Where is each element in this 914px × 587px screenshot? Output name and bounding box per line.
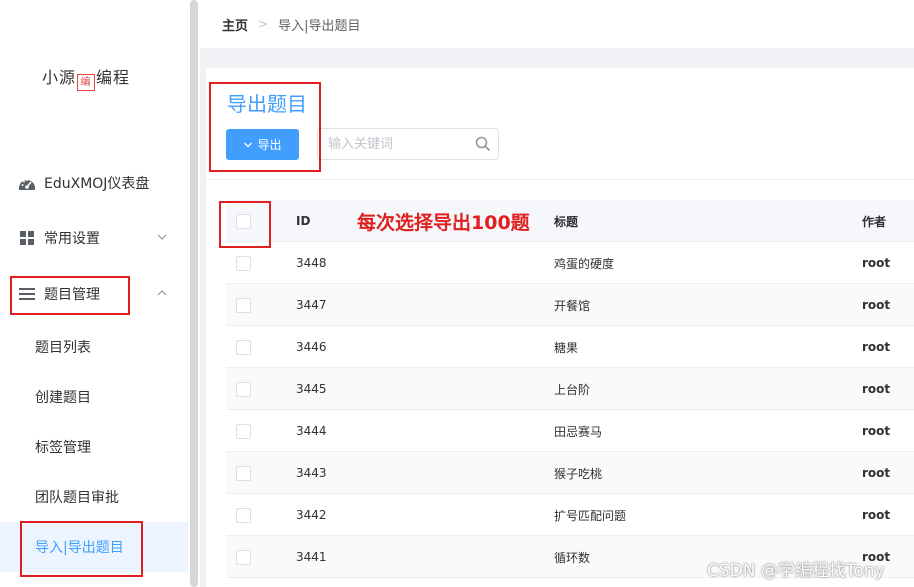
table-row[interactable]: 3442 扩号匹配问题 root	[226, 494, 914, 536]
search-input[interactable]	[318, 129, 468, 159]
row-checkbox-cell	[236, 410, 251, 452]
row-id: 3441	[296, 550, 327, 564]
row-id: 3446	[296, 340, 327, 354]
sidebar-subitem-team-approval[interactable]: 团队题目审批	[0, 472, 188, 522]
sidebar-item-label: EduXMOJ仪表盘	[44, 176, 150, 192]
row-checkbox[interactable]	[236, 255, 251, 271]
row-author: root	[862, 424, 891, 438]
breadcrumb-home[interactable]: 主页	[222, 15, 248, 34]
breadcrumb-current: 导入|导出题目	[278, 18, 361, 34]
row-author: root	[862, 382, 891, 396]
row-author: root	[862, 466, 891, 480]
annotation-box-import-export	[20, 521, 143, 577]
row-checkbox[interactable]	[236, 381, 251, 397]
sidebar-item-dashboard[interactable]: EduXMOJ仪表盘	[0, 158, 188, 208]
row-checkbox[interactable]	[236, 339, 251, 355]
column-header-id[interactable]: ID	[296, 200, 310, 242]
row-checkbox[interactable]	[236, 549, 251, 565]
row-checkbox-cell	[236, 452, 251, 494]
sidebar-subitem-problem-list[interactable]: 题目列表	[0, 322, 188, 372]
row-title: 猴子吃桃	[554, 466, 603, 481]
row-id: 3447	[296, 298, 327, 312]
logo[interactable]: 小源编编程	[42, 64, 130, 91]
row-id: 3445	[296, 382, 327, 396]
breadcrumb-separator: >	[258, 17, 269, 31]
grid-icon	[18, 229, 36, 247]
table-row[interactable]: 3444 田忌赛马 root	[226, 410, 914, 452]
row-checkbox-cell	[236, 494, 251, 536]
row-title: 田忌赛马	[554, 424, 603, 439]
logo-text-right: 编程	[96, 68, 131, 87]
row-checkbox[interactable]	[236, 423, 251, 439]
row-id: 3442	[296, 508, 327, 522]
sidebar-item-label: 常用设置	[44, 231, 100, 247]
column-header-author[interactable]: 作者	[862, 200, 886, 242]
divider	[206, 179, 914, 180]
row-title: 开餐馆	[554, 298, 591, 313]
row-checkbox-cell	[236, 368, 251, 410]
chevron-down-icon	[157, 234, 167, 240]
watermark: CSDN @学编程找Tony	[707, 561, 885, 581]
row-title: 扩号匹配问题	[554, 508, 627, 523]
sidebar-subitem-create-problem[interactable]: 创建题目	[0, 372, 188, 422]
row-id: 3448	[296, 256, 327, 270]
table-row[interactable]: 3443 猴子吃桃 root	[226, 452, 914, 494]
annotation-box-export	[209, 82, 321, 172]
search-box	[317, 128, 499, 160]
sidebar-subitem-tag-management[interactable]: 标签管理	[0, 422, 188, 472]
row-author: root	[862, 340, 891, 354]
row-checkbox-cell	[236, 284, 251, 326]
row-checkbox[interactable]	[236, 507, 251, 523]
row-id: 3443	[296, 466, 327, 480]
sidebar-item-settings[interactable]: 常用设置	[0, 213, 188, 263]
breadcrumb: 主页 > 导入|导出题目	[200, 0, 914, 48]
chevron-up-icon	[157, 290, 167, 296]
row-title: 鸡蛋的硬度	[554, 256, 615, 271]
table-row[interactable]: 3446 糖果 root	[226, 326, 914, 368]
row-checkbox[interactable]	[236, 465, 251, 481]
row-checkbox[interactable]	[236, 297, 251, 313]
row-title: 糖果	[554, 340, 579, 355]
table-row[interactable]: 3448 鸡蛋的硬度 root	[226, 242, 914, 284]
annotation-box-select-all	[219, 201, 271, 248]
row-author: root	[862, 298, 891, 312]
row-title: 循环数	[554, 550, 591, 565]
logo-text-left: 小源	[42, 68, 77, 87]
scrollbar-thumb[interactable]	[190, 0, 198, 587]
search-icon[interactable]	[475, 136, 491, 152]
dashboard-icon	[18, 174, 36, 192]
row-author: root	[862, 256, 891, 270]
annotation-text: 每次选择导出100题	[357, 212, 530, 234]
row-title: 上台阶	[554, 382, 591, 397]
column-header-title[interactable]: 标题	[554, 200, 578, 242]
row-id: 3444	[296, 424, 327, 438]
table-header: ID 标题 作者	[226, 200, 914, 242]
table-row[interactable]: 3445 上台阶 root	[226, 368, 914, 410]
row-checkbox-cell	[236, 242, 251, 284]
row-checkbox-cell	[236, 326, 251, 368]
sidebar-scrollbar[interactable]	[188, 0, 200, 587]
table-row[interactable]: 3447 开餐馆 root	[226, 284, 914, 326]
row-checkbox-cell	[236, 536, 251, 578]
row-author: root	[862, 508, 891, 522]
logo-mark: 编	[77, 74, 96, 91]
annotation-box-problem-management	[10, 276, 130, 315]
problem-table: ID 标题 作者 3448 鸡蛋的硬度 root 3447 开餐馆 root 3…	[226, 200, 914, 578]
